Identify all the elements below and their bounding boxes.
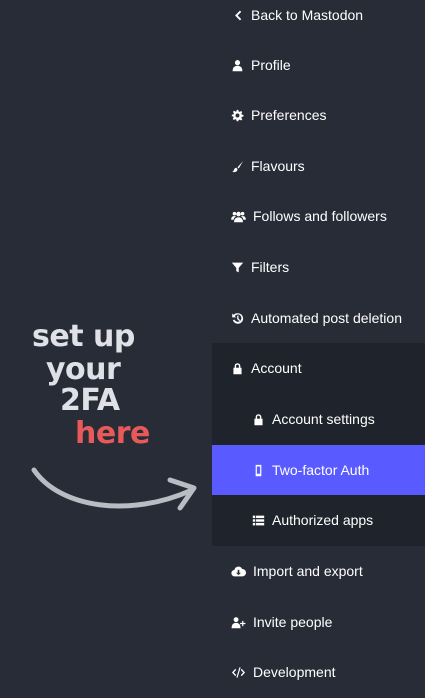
nav-two-factor-auth[interactable]: Two-factor Auth — [212, 445, 425, 495]
lock-icon — [230, 361, 244, 375]
nav-authorized-apps[interactable]: Authorized apps — [212, 495, 425, 545]
nav-filters[interactable]: Filters — [212, 242, 425, 292]
nav-import-and-export[interactable]: Import and export — [212, 546, 425, 596]
nav-account-settings[interactable]: Account settings — [212, 394, 425, 444]
annotation-line-2: your — [46, 352, 121, 387]
nav-automated-post-deletion[interactable]: Automated post deletion — [212, 293, 425, 343]
nav-flavours[interactable]: Flavours — [212, 141, 425, 191]
nav-follows-and-followers[interactable]: Follows and followers — [212, 191, 425, 241]
nav-preferences[interactable]: Preferences — [212, 90, 425, 140]
nav-label: Filters — [251, 259, 290, 275]
filter-icon — [230, 260, 244, 274]
nav-label: Account settings — [272, 411, 375, 427]
nav-label: Back to Mastodon — [251, 7, 364, 23]
settings-sidebar: Back to Mastodon Profile Preferences Fla… — [212, 0, 425, 698]
nav-back-to-mastodon[interactable]: Back to Mastodon — [212, 0, 425, 40]
nav-label: Authorized apps — [272, 512, 374, 528]
gear-icon — [230, 108, 244, 122]
nav-label: Account — [251, 360, 302, 376]
annotation-overlay: set up your 2FA here — [0, 0, 212, 698]
user-plus-icon — [230, 615, 246, 629]
chevron-left-icon — [230, 8, 244, 22]
history-icon — [230, 311, 244, 325]
cloud-download-icon — [230, 564, 246, 578]
nav-development[interactable]: Development — [212, 647, 425, 697]
nav-label: Import and export — [253, 563, 363, 579]
nav-account[interactable]: Account — [212, 343, 425, 393]
users-icon — [230, 209, 246, 223]
nav-invite-people[interactable]: Invite people — [212, 597, 425, 647]
lock-icon — [251, 412, 265, 426]
list-icon — [251, 513, 265, 527]
annotation-line-3: 2FA — [60, 383, 120, 418]
paint-brush-icon — [230, 159, 244, 173]
nav-label: Profile — [251, 57, 291, 73]
annotation-line-1: set up — [32, 319, 135, 354]
nav-label: Preferences — [251, 107, 327, 123]
annotation-line-4: here — [75, 416, 150, 451]
nav-label: Invite people — [253, 614, 333, 630]
user-icon — [230, 58, 244, 72]
nav-label: Two-factor Auth — [272, 462, 370, 478]
nav-label: Development — [253, 664, 336, 680]
mobile-icon — [251, 463, 265, 477]
account-submenu: Account Account settings Two-factor Auth… — [212, 343, 425, 546]
curved-arrow-icon — [31, 467, 197, 511]
code-icon — [230, 665, 246, 679]
nav-profile[interactable]: Profile — [212, 40, 425, 90]
nav-label: Flavours — [251, 158, 305, 174]
nav-label: Follows and followers — [253, 208, 387, 224]
nav-label: Automated post deletion — [251, 310, 402, 326]
